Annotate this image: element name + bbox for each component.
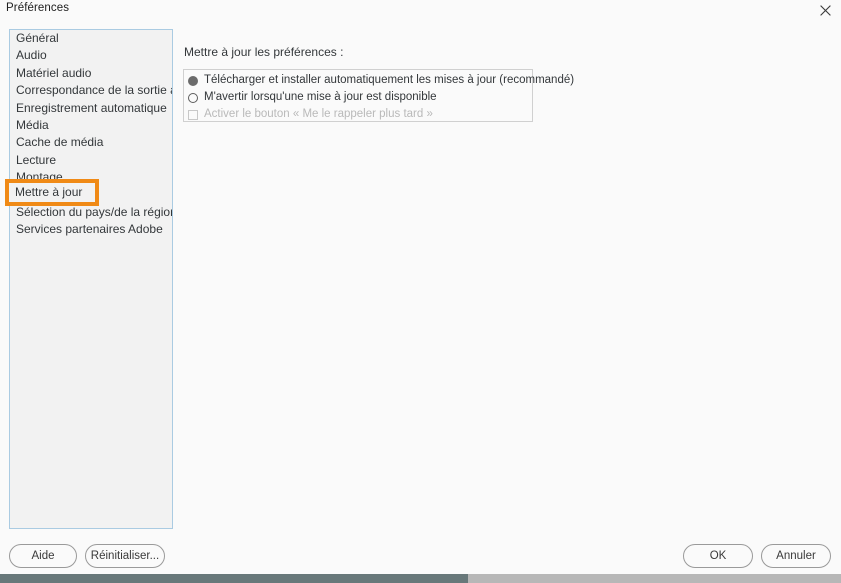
ok-button[interactable]: OK	[683, 544, 753, 568]
option-row-auto-download[interactable]: Télécharger et installer automatiquement…	[184, 72, 574, 89]
option-label-remind-later: Activer le bouton « Me le rappeler plus …	[204, 108, 433, 120]
option-row-remind-later: Activer le bouton « Me le rappeler plus …	[184, 106, 532, 123]
sidebar-item-media-cache[interactable]: Cache de média	[10, 134, 172, 151]
preferences-dialog: Général Audio Matériel audio Corresponda…	[0, 21, 841, 574]
checkbox-remind-later	[188, 109, 198, 120]
update-options-group: Télécharger et installer automatiquement…	[183, 69, 574, 123]
radio-notify-me[interactable]	[188, 92, 198, 103]
sidebar-item-country-region[interactable]: Sélection du pays/de la région	[10, 204, 172, 221]
option-row-notify-me[interactable]: M'avertir lorsqu'une mise à jour est dis…	[184, 89, 532, 106]
sidebar-item-general[interactable]: Général	[10, 30, 172, 47]
close-icon[interactable]	[813, 0, 837, 20]
reset-button[interactable]: Réinitialiser...	[85, 544, 165, 568]
horizontal-scrollbar[interactable]	[0, 574, 841, 583]
sidebar-item-audio-output-mapping[interactable]: Correspondance de la sortie audio	[10, 82, 172, 99]
sidebar-item-audio-hardware[interactable]: Matériel audio	[10, 65, 172, 82]
sidebar-item-audio[interactable]: Audio	[10, 47, 172, 64]
page-title: Mettre à jour les préférences :	[184, 45, 344, 59]
option-label-auto-download[interactable]: Télécharger et installer automatiquement…	[204, 72, 574, 89]
radio-auto-download[interactable]	[188, 75, 198, 86]
sidebar-item-playback[interactable]: Lecture	[10, 152, 172, 169]
sidebar-item-auto-save[interactable]: Enregistrement automatique	[10, 100, 172, 117]
sidebar-item-media[interactable]: Média	[10, 117, 172, 134]
title-bar: Préférences	[0, 0, 841, 21]
cancel-button[interactable]: Annuler	[761, 544, 831, 568]
help-button[interactable]: Aide	[9, 544, 77, 568]
preferences-category-list[interactable]: Général Audio Matériel audio Corresponda…	[9, 29, 173, 529]
window-title: Préférences	[6, 2, 70, 14]
highlight-label: Mettre à jour	[15, 185, 83, 199]
sidebar-item-adobe-partner-services[interactable]: Services partenaires Adobe	[10, 221, 172, 238]
horizontal-scrollbar-thumb[interactable]	[0, 574, 468, 583]
option-label-notify-me[interactable]: M'avertir lorsqu'une mise à jour est dis…	[204, 89, 437, 106]
